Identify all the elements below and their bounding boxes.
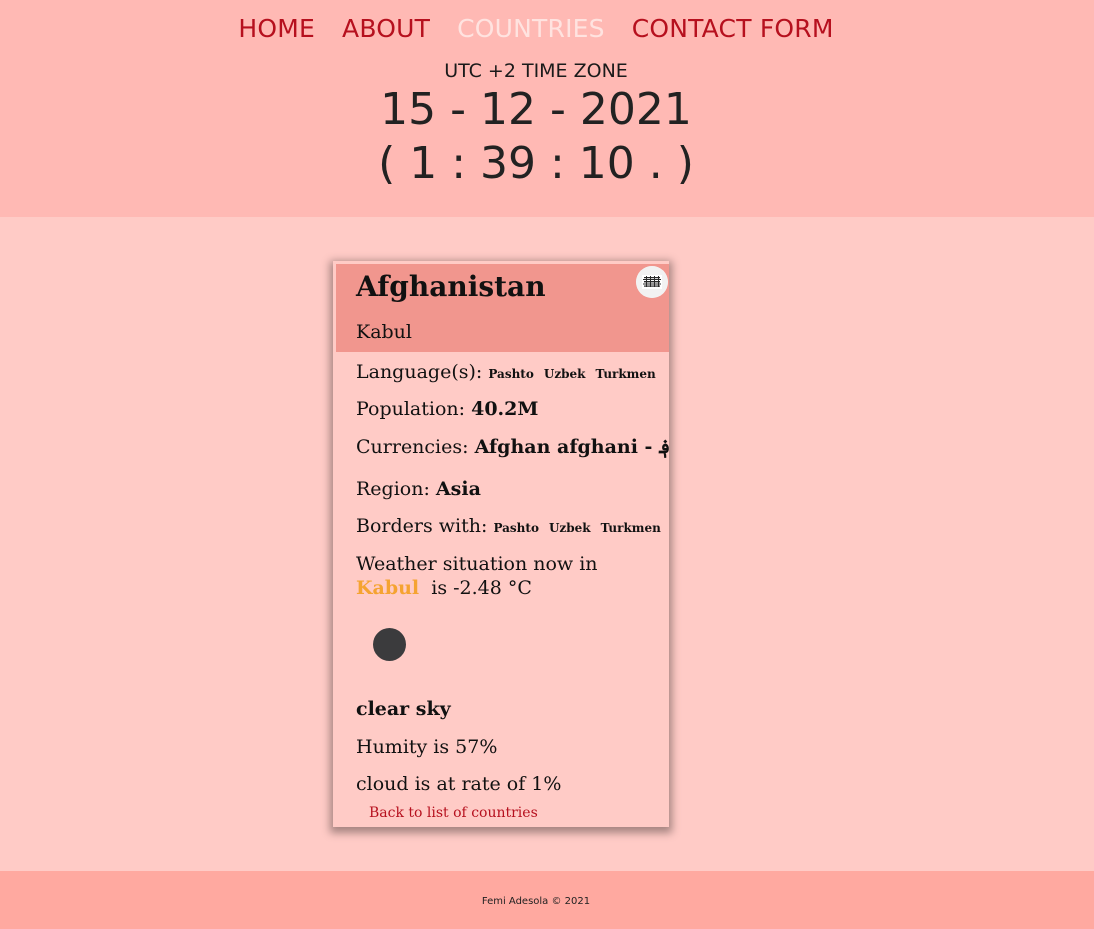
afghanistan-flag-icon	[636, 266, 668, 298]
region-row: Region: Asia	[356, 477, 481, 501]
weather-icon	[373, 628, 406, 661]
nav-home-link[interactable]: HOME	[238, 12, 315, 46]
currencies-row: Currencies: Afghan afghani - ؋	[356, 435, 670, 459]
currencies-label: Currencies:	[356, 436, 469, 458]
country-card: Afghanistan Kabul Language(s): Pashto Uz…	[333, 261, 671, 827]
cloud-text: cloud is at rate of 1%	[356, 773, 562, 795]
currencies-value: Afghan afghani - ؋	[474, 436, 671, 458]
back-to-countries-link[interactable]: Back to list of countries	[369, 805, 538, 821]
humidity-text: Humity is 57%	[356, 736, 498, 758]
country-capital: Kabul	[356, 321, 412, 343]
current-time: ( 1 : 39 : 10 . )	[378, 138, 694, 189]
languages-row: Language(s): Pashto Uzbek Turkmen	[356, 360, 666, 386]
timezone-label: UTC +2 TIME ZONE	[444, 60, 628, 82]
population-value: 40.2M	[471, 398, 539, 420]
weather-summary: Weather situation now in Kabul is -2.48 …	[356, 552, 661, 600]
weather-prefix: Weather situation now in	[356, 553, 598, 575]
border-chip: Uzbek	[548, 521, 591, 535]
weather-is-text: is	[431, 577, 448, 599]
nav-countries-link[interactable]: COUNTRIES	[457, 12, 605, 46]
main-nav: HOME ABOUT COUNTRIES CONTACT FORM	[0, 12, 1072, 46]
weather-city: Kabul	[356, 577, 420, 599]
country-name: Afghanistan	[356, 270, 546, 303]
current-date: 15 - 12 - 2021	[380, 84, 692, 135]
weather-temperature: -2.48 °C	[453, 577, 532, 599]
country-card-header: Afghanistan Kabul	[336, 264, 669, 352]
weather-description: clear sky	[356, 698, 451, 720]
language-chip: Turkmen	[595, 367, 656, 381]
border-chip: Turkmen	[600, 521, 661, 535]
language-chip: Pashto	[488, 367, 534, 381]
footer: Femi Adesola © 2021	[0, 871, 1094, 929]
borders-label: Borders with:	[356, 515, 488, 537]
nav-about-link[interactable]: ABOUT	[342, 12, 430, 46]
region-label: Region:	[356, 478, 430, 500]
language-chip: Uzbek	[543, 367, 586, 381]
borders-row: Borders with: Pashto Uzbek Turkmen	[356, 514, 671, 540]
languages-label: Language(s):	[356, 361, 483, 383]
footer-text: Femi Adesola © 2021	[481, 896, 591, 907]
nav-contact-link[interactable]: CONTACT FORM	[632, 12, 834, 46]
population-row: Population: 40.2M	[356, 397, 538, 421]
header: HOME ABOUT COUNTRIES CONTACT FORM UTC +2…	[0, 0, 1094, 217]
border-chip: Pashto	[493, 521, 539, 535]
population-label: Population:	[356, 398, 466, 420]
region-value: Asia	[435, 478, 481, 500]
